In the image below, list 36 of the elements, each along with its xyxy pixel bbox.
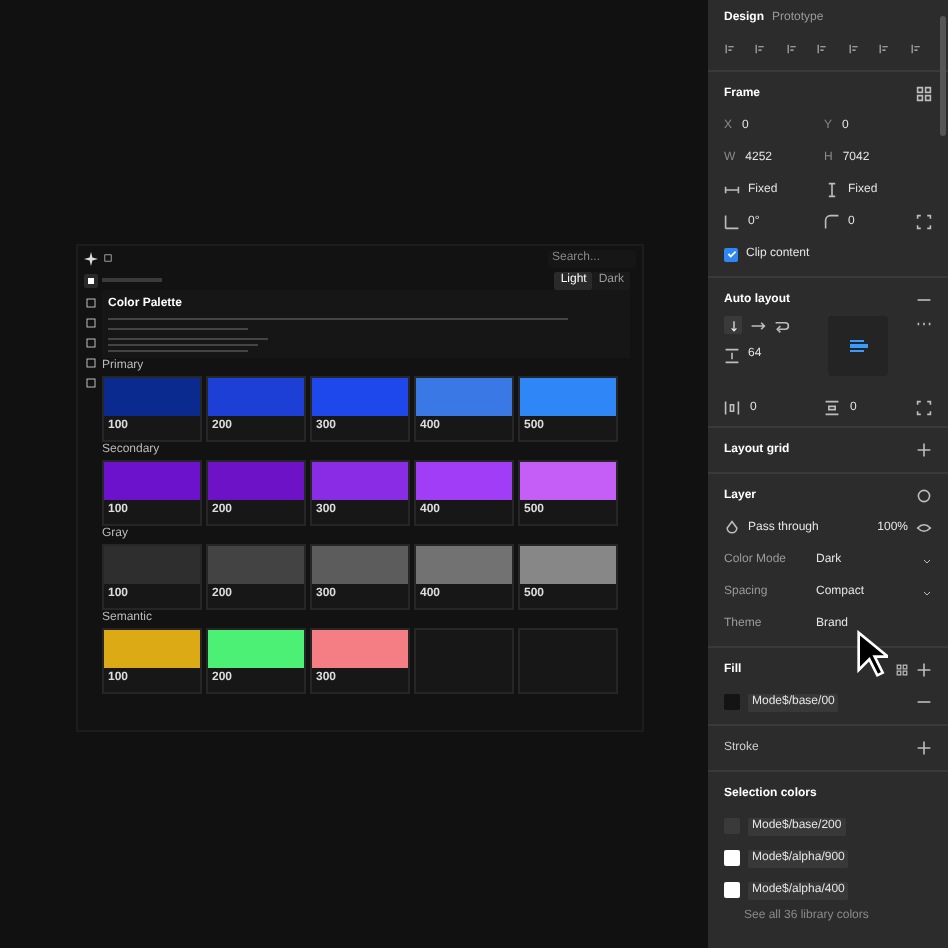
padding-icon (824, 400, 840, 416)
align-icon (878, 41, 890, 55)
expand-icon (916, 214, 932, 230)
height-icon (824, 182, 840, 198)
arrow-down-icon (727, 319, 739, 331)
arrow-right-icon (750, 317, 766, 333)
grid-icon (896, 664, 908, 676)
blend-icon (916, 488, 932, 504)
cursor-icon (856, 630, 888, 678)
plus-icon (916, 442, 932, 458)
align-icon (785, 41, 797, 55)
clip-checkbox[interactable] (724, 247, 738, 261)
align-icon (754, 41, 766, 55)
align-icon (847, 41, 859, 55)
sidebar-item[interactable] (83, 274, 97, 288)
spacing-icon (724, 347, 740, 363)
corner-icon (824, 214, 840, 230)
check-icon (725, 248, 737, 260)
angle-icon (724, 214, 740, 230)
wrap-icon (774, 317, 790, 333)
align-icon (816, 41, 828, 55)
panel-icon (104, 254, 112, 262)
align-icon (909, 41, 920, 55)
align-icon (724, 41, 735, 55)
alignment-grid (828, 316, 888, 376)
expand-icon (916, 400, 932, 416)
plus-icon (916, 662, 932, 678)
drop-icon (724, 520, 740, 536)
eye-icon (916, 520, 932, 536)
logo-icon (84, 251, 98, 265)
grid-icon (916, 86, 932, 102)
plus-icon (916, 740, 932, 756)
scrollbar (940, 16, 946, 136)
width-icon (724, 182, 740, 198)
padding-icon (724, 400, 740, 416)
direction-button[interactable] (724, 316, 742, 334)
